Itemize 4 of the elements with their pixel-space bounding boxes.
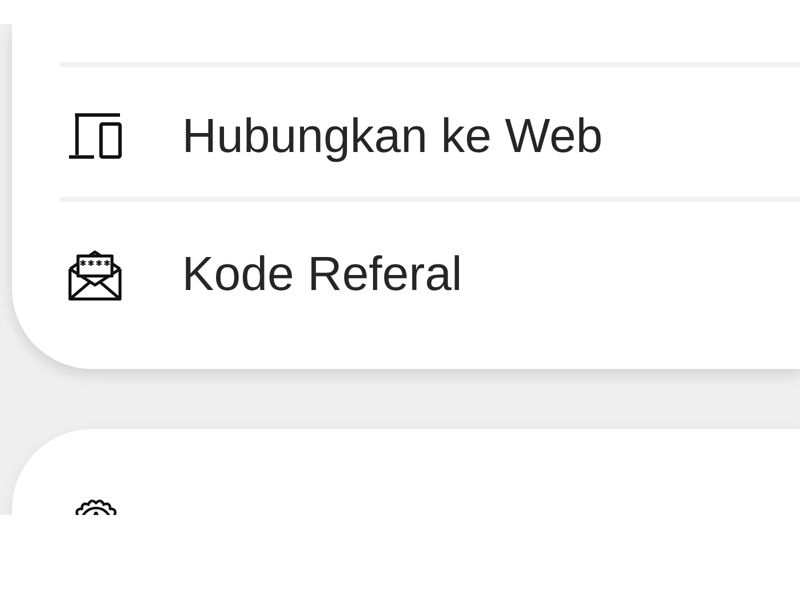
devices-icon bbox=[68, 113, 124, 160]
menu-item[interactable]: Kode Referal bbox=[12, 202, 800, 332]
menu-item[interactable]: Hubungkan ke Web bbox=[12, 67, 800, 197]
envelope-icon bbox=[68, 248, 124, 300]
